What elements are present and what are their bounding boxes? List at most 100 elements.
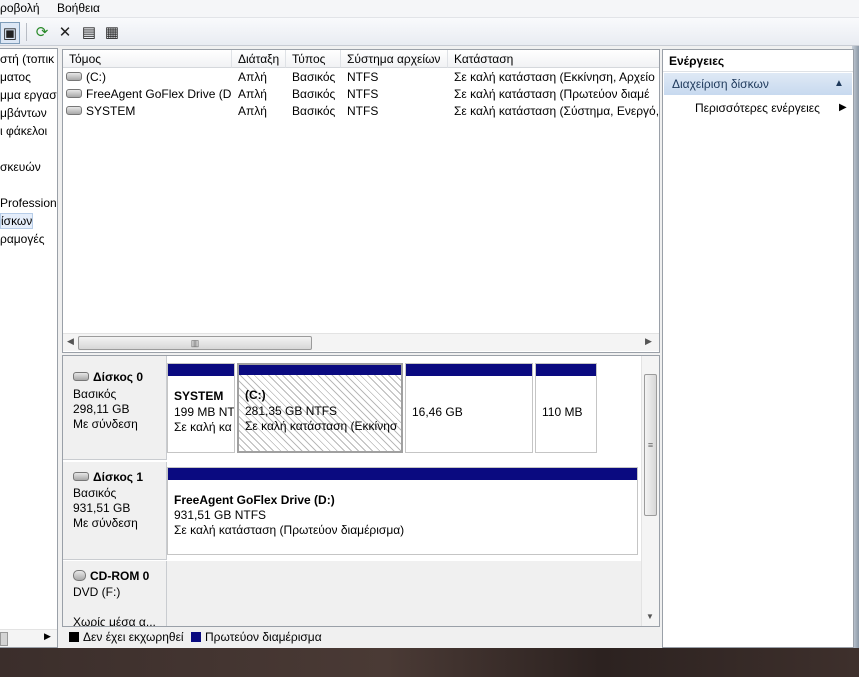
console-tree: στή (τοπικ ματος μμα εργασ μβάντων ι φάκ… [0, 48, 58, 648]
refresh-button[interactable]: ⟳ [32, 22, 52, 42]
primary-partition-bar [239, 365, 401, 375]
volume-name: FreeAgent GoFlex Drive (D:) [86, 87, 231, 101]
tree-item-disk-management[interactable]: ίσκων [0, 213, 34, 229]
column-header-filesystem[interactable]: Σύστημα αρχείων [341, 50, 448, 68]
graphical-scroll-thumb[interactable]: ≡ [644, 374, 657, 516]
primary-partition-bar [168, 468, 637, 480]
disk-size: 298,11 GB [73, 402, 130, 416]
partition-size: 281,35 GB NTFS [245, 404, 338, 418]
console-tree-button[interactable]: ▣ [0, 22, 20, 44]
delete-icon: ✕ [58, 24, 72, 41]
disk-type: DVD (F:) [73, 585, 121, 599]
scroll-down-arrow-icon[interactable]: ▼ [646, 612, 654, 621]
volume-name: (C:) [86, 70, 106, 84]
tree-item[interactable]: μβάντων [0, 106, 47, 120]
volume-filesystem: NTFS [347, 70, 379, 84]
drive-icon [66, 72, 82, 82]
menu-bar: ροβολή Βοήθεια [0, 0, 859, 18]
menu-view[interactable]: ροβολή [0, 1, 40, 15]
tree-item[interactable]: σκευών [0, 160, 41, 174]
more-actions-item[interactable]: Περισσότερες ενέργειες [695, 101, 845, 119]
tree-scroll-thumb[interactable] [0, 632, 8, 646]
partition-title: SYSTEM [174, 389, 224, 403]
partition-status: Σε καλή κατάσταση (Εκκίνησ [245, 419, 398, 433]
column-header-status[interactable]: Κατάσταση [448, 50, 659, 68]
column-header-volume[interactable]: Τόμος [63, 50, 232, 68]
table-row[interactable]: FreeAgent GoFlex Drive (D:) Απλή Βασικός… [63, 86, 659, 103]
disk-icon [73, 372, 89, 382]
disk-type: Βασικός [73, 387, 117, 401]
toolbar: ▣ ⟳ ✕ ▤ ▦ [0, 18, 859, 46]
volume-layout: Απλή [238, 87, 267, 101]
legend: Δεν έχει εκχωρηθεί Πρωτεύον διαμέρισμα [62, 627, 658, 647]
tree-item[interactable]: Profession [0, 196, 57, 210]
disk-label-1[interactable]: Δίσκος 1 Βασικός 931,51 GB Με σύνδεση [63, 462, 167, 560]
collapse-up-icon[interactable]: ▲ [834, 73, 844, 95]
tree-item[interactable]: ι φάκελοι [0, 124, 47, 138]
partition-size: 199 MB NT [174, 405, 235, 419]
menu-help[interactable]: Βοήθεια [57, 1, 100, 15]
table-row[interactable]: SYSTEM Απλή Βασικός NTFS Σε καλή κατάστα… [63, 103, 659, 120]
partition-c[interactable]: (C:) 281,35 GB NTFS Σε καλή κατάσταση (Ε… [237, 363, 403, 453]
tree-item[interactable]: μμα εργασ [0, 88, 57, 102]
primary-partition-bar [168, 364, 234, 376]
disk-label-cdrom[interactable]: CD-ROM 0 DVD (F:) Χωρίς μέσα α... [63, 561, 167, 626]
column-header-type[interactable]: Τύπος [286, 50, 341, 68]
disk-graphical-view: Δίσκος 0 Βασικός 298,11 GB Με σύνδεση SY… [62, 355, 660, 627]
partition-system[interactable]: SYSTEM 199 MB NT Σε καλή κα [167, 363, 235, 453]
tree-hscrollbar[interactable]: ▶ [0, 629, 57, 647]
properties-button[interactable]: ▤ [79, 22, 99, 42]
properties-icon: ▤ [81, 24, 97, 41]
disk-status: Χωρίς μέσα α... [73, 615, 156, 627]
volume-status: Σε καλή κατάσταση (Εκκίνηση, Αρχείο [454, 70, 655, 84]
legend-label-primary: Πρωτεύον διαμέρισμα [205, 630, 322, 644]
disk-type: Βασικός [73, 486, 117, 500]
column-header-layout[interactable]: Διάταξη [232, 50, 286, 68]
more-actions-label: Περισσότερες ενέργειες [695, 101, 820, 115]
tree-item[interactable]: ματος [0, 70, 31, 84]
volume-hscrollbar[interactable]: ◀ ▥ ▶ [63, 333, 659, 351]
volume-type: Βασικός [292, 104, 336, 118]
help-button[interactable]: ▦ [102, 22, 122, 42]
volume-filesystem: NTFS [347, 104, 379, 118]
graphical-vscrollbar[interactable]: ≡ ▼ [641, 356, 659, 626]
grip-icon: ▥ [190, 338, 200, 348]
disk-name: CD-ROM 0 [90, 569, 150, 583]
partition-title: FreeAgent GoFlex Drive (D:) [174, 493, 335, 507]
disk-name: Δίσκος 1 [93, 470, 144, 484]
scroll-right-arrow-icon[interactable]: ▶ [645, 336, 652, 347]
toolbar-separator [26, 23, 27, 41]
scroll-right-arrow-icon[interactable]: ▶ [44, 631, 51, 642]
tree-item[interactable]: ραμογές [0, 232, 44, 246]
scroll-left-arrow-icon[interactable]: ◀ [67, 336, 74, 347]
volume-scroll-thumb[interactable]: ▥ [78, 336, 312, 350]
cdrom-media-area[interactable] [167, 561, 641, 626]
partition-size: 16,46 GB [412, 405, 463, 419]
primary-partition-bar [406, 364, 532, 376]
drive-icon [66, 106, 82, 116]
disk-status: Με σύνδεση [73, 516, 138, 530]
console-tree-icon: ▣ [2, 25, 18, 42]
actions-section-disk-management[interactable]: Διαχείριση δίσκων ▲ [664, 73, 852, 95]
desktop-background [0, 648, 859, 677]
delete-button[interactable]: ✕ [55, 22, 75, 42]
disk-partitions: SYSTEM 199 MB NT Σε καλή κα (C:) 281,35 … [167, 363, 603, 457]
volume-layout: Απλή [238, 104, 267, 118]
section-label: Διαχείριση δίσκων [672, 77, 769, 91]
drive-icon [66, 89, 82, 99]
submenu-arrow-icon: ▶ [839, 102, 847, 113]
table-row[interactable]: (C:) Απλή Βασικός NTFS Σε καλή κατάσταση… [63, 69, 659, 86]
volume-status: Σε καλή κατάσταση (Πρωτεύον διαμέ [454, 87, 650, 101]
actions-title: Ενέργειες [663, 50, 853, 72]
volume-layout: Απλή [238, 70, 267, 84]
partition-status: Σε καλή κα [174, 420, 232, 434]
tree-item[interactable]: στή (τοπικ [0, 52, 54, 66]
disk-label-0[interactable]: Δίσκος 0 Βασικός 298,11 GB Με σύνδεση [63, 356, 167, 460]
partition-4[interactable]: 110 MB [535, 363, 597, 453]
partition-d[interactable]: FreeAgent GoFlex Drive (D:) 931,51 GB NT… [167, 467, 638, 555]
help-icon: ▦ [104, 24, 120, 41]
volume-name: SYSTEM [86, 104, 136, 118]
partition-3[interactable]: 16,46 GB [405, 363, 533, 453]
partition-size: 110 MB [542, 405, 583, 419]
volume-type: Βασικός [292, 70, 336, 84]
